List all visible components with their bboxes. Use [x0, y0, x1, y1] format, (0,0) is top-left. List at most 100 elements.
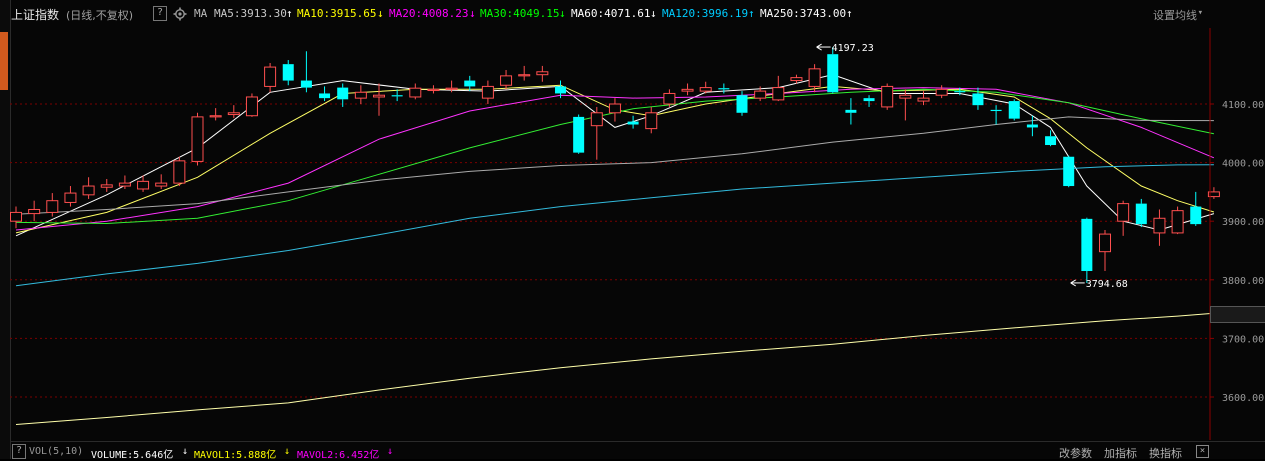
candle-body: [282, 64, 294, 81]
candle-body: [718, 88, 730, 90]
candle: [191, 112, 204, 166]
candlestick-chart[interactable]: 4197.23 3794.68 4100.00 4000.00 3900.00 3800…: [0, 0, 1265, 459]
candle: [1135, 198, 1147, 228]
gear-icon[interactable]: [173, 7, 187, 21]
candle: [264, 62, 277, 93]
candle: [209, 108, 222, 121]
candle: [500, 70, 513, 90]
candle-body: [827, 54, 839, 93]
candle: [319, 86, 331, 102]
ma5-arrow: ↑: [286, 7, 293, 20]
candle-body: [608, 103, 621, 114]
candle: [28, 200, 41, 222]
candle: [245, 93, 258, 117]
candle: [282, 60, 294, 86]
candle-body: [754, 90, 767, 99]
candle-body: [1026, 124, 1038, 128]
ma30-arrow: ↓: [559, 7, 566, 20]
candle-body: [990, 109, 1002, 112]
ma120-line: [15, 164, 1214, 287]
candle-body: [373, 94, 385, 98]
candle-body: [28, 208, 41, 215]
ma120-arrow: ↑: [748, 7, 755, 20]
ma-settings-button[interactable]: 设置均线: [1153, 7, 1197, 23]
period-subtitle: (日线,不复权): [66, 9, 134, 22]
candle-body: [1063, 156, 1075, 187]
candle-body: [573, 116, 585, 153]
candle-body: [245, 96, 258, 117]
kline-panel: 4197.23 3794.68 4100.00 4000.00 3900.00 3800…: [0, 0, 1265, 461]
y-tick-label: 4000.00: [1222, 159, 1264, 170]
candle: [899, 89, 912, 121]
candle-body: [590, 112, 603, 127]
low-annotation-label: 3794.68: [1086, 279, 1128, 290]
candle: [1063, 155, 1075, 188]
ma-label: MA: [194, 7, 208, 20]
candle: [391, 89, 403, 102]
candle-body: [10, 211, 22, 222]
candle-body: [82, 185, 95, 196]
candle-body: [972, 93, 984, 106]
candle-body: [464, 80, 476, 87]
candle: [645, 106, 658, 134]
candle: [845, 98, 857, 125]
candle: [990, 105, 1002, 125]
candle: [409, 83, 422, 100]
vol-help-button[interactable]: ?: [12, 444, 26, 459]
candle-body: [881, 85, 894, 108]
candle: [1081, 217, 1093, 283]
candle: [573, 114, 585, 154]
candle-body: [1171, 210, 1184, 234]
candle-body: [264, 66, 277, 87]
candle-body: [899, 94, 912, 99]
candle-body: [46, 200, 59, 213]
candle-body: [1135, 203, 1147, 225]
y-axis: 4100.00 4000.00 3900.00 3800.00 3700.00 3600.…: [1209, 28, 1264, 440]
candle-body: [1045, 136, 1057, 146]
candle: [227, 105, 240, 119]
candle: [354, 85, 367, 104]
candle: [663, 89, 676, 107]
candle-body: [555, 86, 566, 94]
y-tick-label: 3800.00: [1222, 276, 1264, 287]
candle: [1153, 209, 1166, 246]
mavol2-arrow: ↓: [387, 446, 394, 457]
ma10-arrow: ↓: [377, 7, 384, 20]
ma250-arrow: ↑: [846, 7, 853, 20]
candle-body: [445, 87, 458, 90]
candle: [1045, 130, 1057, 147]
close-icon[interactable]: ×: [1196, 445, 1209, 458]
candle-body: [536, 71, 549, 76]
candle-body: [319, 93, 331, 99]
chart-header: 上证指数 (日线,不复权) ? MA MA5:3913.30 ↑ MA10:39…: [10, 0, 1265, 28]
chevron-down-icon[interactable]: ▾: [1198, 8, 1203, 18]
candle: [608, 98, 621, 122]
candle: [1171, 206, 1184, 235]
y-tick-label: 4100.00: [1222, 100, 1264, 111]
volume-header: ? VOL(5,10) VOLUME:5.646亿 ↓ MAVOL1:5.888…: [10, 441, 1265, 461]
candle-body: [1099, 233, 1111, 253]
candle: [1099, 229, 1111, 272]
help-button[interactable]: ?: [153, 6, 167, 21]
ma60-arrow: ↓: [650, 7, 657, 20]
candle: [481, 80, 494, 104]
candle-body: [736, 95, 748, 113]
ma20-value: MA20:4008.23: [389, 7, 469, 20]
candle: [1117, 200, 1130, 236]
candle: [100, 179, 113, 192]
ma30-value: MA30:4049.15: [480, 7, 560, 20]
candle-body: [481, 85, 494, 99]
candle-body: [935, 88, 948, 96]
candle: [64, 186, 77, 207]
candle-body: [173, 160, 186, 184]
candle-body: [663, 92, 676, 105]
candle: [536, 65, 549, 82]
candle-body: [337, 87, 349, 100]
grid-lines: [10, 103, 1210, 398]
ma250-line: [15, 312, 1214, 425]
candle: [155, 174, 168, 189]
candle-body: [1008, 101, 1020, 119]
candle-body: [518, 74, 531, 77]
candle-body: [409, 87, 422, 98]
ma5-value: MA5:3913.30: [214, 7, 287, 20]
